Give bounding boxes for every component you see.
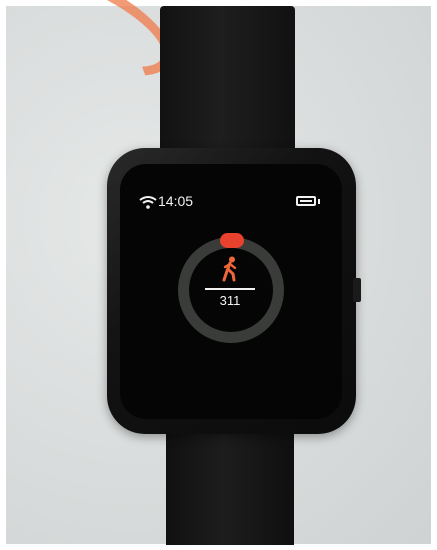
battery-icon — [296, 196, 316, 206]
step-count: 311 — [219, 293, 241, 308]
watch-side-button[interactable] — [353, 278, 361, 302]
watch-strap-bottom — [166, 420, 294, 545]
battery-level — [300, 200, 312, 202]
watch-strap-top — [160, 6, 295, 166]
activity-ring — [178, 237, 284, 343]
status-time: 14:05 — [158, 193, 194, 209]
photo-border-left — [0, 0, 6, 550]
walking-person-icon — [222, 256, 237, 282]
wifi-icon — [139, 196, 157, 209]
activity-ring-marker — [220, 233, 244, 248]
photo-border-right — [431, 0, 437, 550]
activity-divider — [205, 288, 255, 290]
battery-tip — [318, 199, 320, 204]
